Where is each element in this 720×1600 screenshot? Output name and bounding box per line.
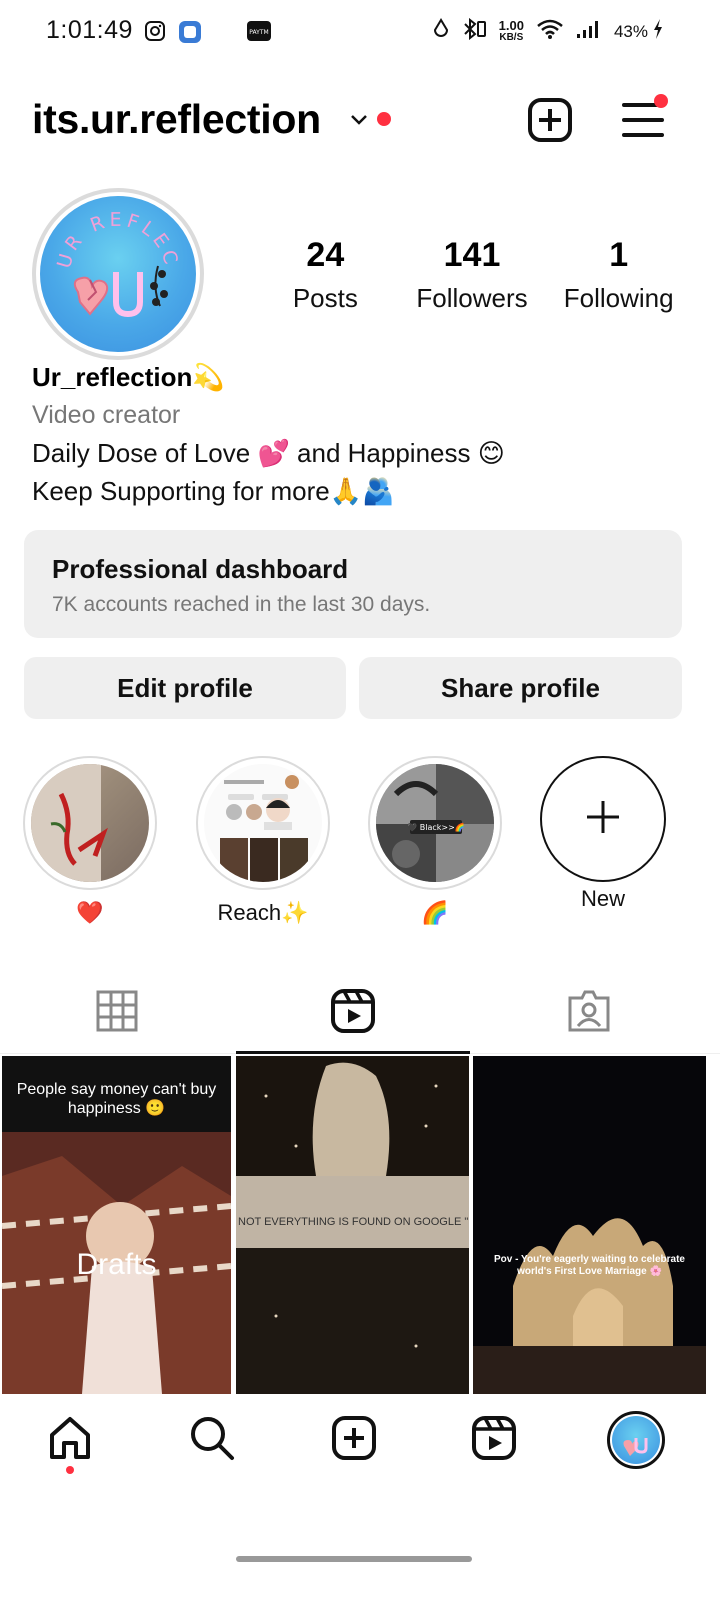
- tab-reels[interactable]: [236, 972, 470, 1054]
- profile-avatar[interactable]: UR REFLECTION: [32, 188, 204, 360]
- new-highlight[interactable]: New: [540, 756, 666, 912]
- edit-profile-button[interactable]: Edit profile: [24, 657, 346, 719]
- followers-stat[interactable]: 141 Followers: [399, 236, 546, 314]
- create-post-icon[interactable]: [526, 96, 574, 149]
- reels-icon: [330, 988, 376, 1039]
- svg-text:UR REFLECTION: UR REFLECTION: [40, 196, 183, 271]
- nav-reels[interactable]: [468, 1414, 520, 1466]
- search-icon: [189, 1415, 235, 1466]
- category-label: Video creator: [32, 401, 181, 429]
- display-name: Ur_reflection💫: [32, 362, 225, 392]
- highlight-cover: [204, 764, 322, 882]
- following-label: Following: [563, 283, 674, 313]
- profile-tabs: [0, 972, 720, 1054]
- following-count: 1: [609, 236, 629, 274]
- account-switcher[interactable]: its.ur.reflection: [32, 96, 321, 143]
- reel-tile[interactable]: Pov - You're eagerly waiting to celebrat…: [473, 1056, 706, 1394]
- wifi-icon: [536, 18, 564, 45]
- bottom-navigation: [0, 1394, 720, 1486]
- highlight-cover: [31, 764, 149, 882]
- paytm-notification-icon: PAYTM: [246, 20, 272, 47]
- svg-text:PAYTM: PAYTM: [249, 29, 268, 36]
- highlight-cover: 🖤 Black>>🌈: [376, 764, 494, 882]
- followers-label: Followers: [416, 283, 528, 313]
- tile-caption: Pov - You're eagerly waiting to celebrat…: [494, 1254, 685, 1277]
- profile-avatar-icon: [607, 1411, 665, 1469]
- battery-level: 43%: [613, 21, 648, 41]
- charging-icon: [652, 18, 664, 45]
- grid-icon: [96, 990, 138, 1037]
- profile-header: its.ur.reflection: [0, 84, 720, 156]
- highlight-label: 🌈: [421, 900, 449, 925]
- tile-caption: People say money can't buy happiness 🙂: [16, 1081, 217, 1117]
- data-saver-icon: [433, 18, 449, 45]
- posts-label: Posts: [292, 283, 358, 313]
- create-icon: [331, 1415, 377, 1466]
- signal-icon: [576, 18, 602, 45]
- tab-grid[interactable]: [0, 972, 234, 1054]
- professional-dashboard[interactable]: Professional dashboard 7K accounts reach…: [24, 530, 682, 638]
- bluetooth-vibrate-icon: [461, 17, 487, 45]
- tagged-icon: [567, 989, 611, 1038]
- instagram-notification-icon: [144, 20, 166, 47]
- status-indicators: 1.00 KB/S 43%: [433, 17, 664, 45]
- posts-stat[interactable]: 24 Posts: [252, 236, 399, 314]
- highlight-label: Reach✨: [217, 900, 309, 925]
- home-notification-dot: [66, 1466, 74, 1474]
- nav-profile[interactable]: [606, 1410, 666, 1470]
- chevron-down-icon[interactable]: [348, 108, 370, 135]
- drafts-tile[interactable]: People say money can't buy happiness 🙂 D…: [2, 1056, 231, 1394]
- avatar-image: UR REFLECTION: [40, 196, 196, 352]
- reel-tile[interactable]: NOT EVERYTHING IS FOUND ON GOOGLE ": [236, 1056, 469, 1394]
- profile-bio: Ur_reflection💫 Video creator Daily Dose …: [32, 358, 692, 510]
- new-highlight-label: New: [580, 886, 625, 911]
- home-icon: [47, 1415, 93, 1466]
- status-time: 1:01:49: [46, 16, 133, 44]
- tab-tagged[interactable]: [472, 972, 706, 1054]
- menu-notification-dot: [654, 94, 668, 108]
- share-profile-button[interactable]: Share profile: [359, 657, 682, 719]
- new-highlight-button[interactable]: [540, 756, 666, 882]
- dashboard-title: Professional dashboard: [52, 554, 349, 584]
- svg-text:🖤 Black>>🌈: 🖤 Black>>🌈: [407, 822, 465, 832]
- highlight-heart[interactable]: ❤️: [23, 756, 157, 926]
- plus-icon: [583, 797, 623, 842]
- active-tab-indicator: [236, 1051, 470, 1054]
- status-bar: 1:01:49 PAYTM 1.00 KB/S 43%: [0, 0, 720, 64]
- nav-create[interactable]: [328, 1414, 380, 1466]
- notification-dot: [377, 112, 391, 126]
- reels-icon: [471, 1415, 517, 1466]
- drafts-label: Drafts: [76, 1248, 157, 1281]
- highlight-ring: [196, 756, 330, 890]
- bio-line-2: Keep Supporting for more🙏🫂: [32, 476, 395, 506]
- home-indicator[interactable]: [236, 1556, 472, 1562]
- highlight-reach[interactable]: Reach✨: [196, 756, 330, 926]
- bio-line-1: Daily Dose of Love 💕 and Happiness 😊: [32, 438, 505, 468]
- highlight-rainbow[interactable]: 🖤 Black>>🌈 🌈: [368, 756, 502, 926]
- highlight-label: ❤️: [76, 900, 104, 925]
- following-stat[interactable]: 1 Following: [545, 236, 692, 314]
- tile-caption: NOT EVERYTHING IS FOUND ON GOOGLE ": [238, 1216, 469, 1228]
- nav-search[interactable]: [186, 1414, 238, 1466]
- highlight-ring: 🖤 Black>>🌈: [368, 756, 502, 890]
- posts-count: 24: [306, 236, 345, 274]
- app-notification-icon: [178, 20, 202, 49]
- network-speed: 1.00 KB/S: [498, 17, 524, 43]
- profile-stats: 24 Posts 141 Followers 1 Following: [252, 236, 692, 314]
- dashboard-subtitle: 7K accounts reached in the last 30 days.: [52, 593, 431, 616]
- highlight-ring: [23, 756, 157, 890]
- followers-count: 141: [443, 236, 501, 274]
- nav-home[interactable]: [44, 1414, 96, 1466]
